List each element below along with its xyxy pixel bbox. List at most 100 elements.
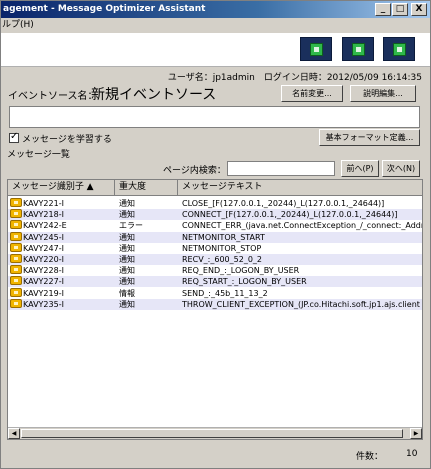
message-table: メッセージ識別子 ▲ 重大度 メッセージテキスト KAVY221-I 通知 CLOS… xyxy=(7,179,423,440)
table-row[interactable]: KAVY235-I 通知 THROW_CLIENT_EXCEPTION_(JP.co… xyxy=(8,298,422,310)
cell-text: CONNECT_[F(127.0.0.1,_20244)_L(127.0.0.1… xyxy=(182,210,398,220)
cell-text: CONNECT_ERR_(java.net.ConnectException_/… xyxy=(182,221,422,231)
edit-description-button[interactable]: 説明編集... xyxy=(350,85,416,102)
cell-text: CLOSE_[F(127.0.0.1,_20244)_L(127.0.0.1,_… xyxy=(182,199,385,208)
column-header-severity[interactable]: 重大度 xyxy=(115,180,178,196)
message-id: KAVY218-I xyxy=(23,210,64,220)
format-definition-button[interactable]: 基本フォーマット定義... xyxy=(319,129,420,146)
close-button[interactable]: X xyxy=(411,3,427,16)
scroll-right-icon[interactable]: ▶ xyxy=(410,428,422,439)
count-value: 10 xyxy=(406,449,418,459)
tool-button-2[interactable] xyxy=(342,37,374,61)
cell-severity: 通知 xyxy=(119,299,135,309)
message-id: KAVY227-I xyxy=(23,277,64,287)
user-strip: ユーザ名：jp1admin ログイン日時：2012/05/09 16:14:35 xyxy=(1,68,430,83)
message-id: KAVY221-I xyxy=(23,199,64,208)
cell-text: NETMONITOR_START xyxy=(182,232,265,242)
prev-button[interactable]: 前へ(P) xyxy=(341,160,379,177)
description-field[interactable] xyxy=(9,106,420,128)
table-row[interactable]: KAVY242-E エラー CONNECT_ERR_(java.net.Connec… xyxy=(8,220,422,231)
cell-text: REQ_START_:_LOGON_BY_USER xyxy=(182,277,307,287)
minimize-button[interactable]: _ xyxy=(375,3,391,16)
cell-severity: 情報 xyxy=(119,288,135,298)
learn-checkbox[interactable] xyxy=(9,131,19,143)
window-title: agement - Message Optimizer Assistant xyxy=(3,4,206,14)
cell-severity: 通知 xyxy=(119,255,135,264)
message-type-icon xyxy=(10,287,22,297)
main-window: agement - Message Optimizer Assistant _ … xyxy=(0,0,431,469)
cell-text: RECV_:_600_52_0_2 xyxy=(182,255,262,264)
cell-severity: 通知 xyxy=(119,266,135,276)
message-id: KAVY220-I xyxy=(23,255,64,264)
cell-text: THROW_CLIENT_EXCEPTION_(JP.co.Hitachi.so… xyxy=(182,299,420,309)
message-type-icon xyxy=(10,254,22,263)
scroll-left-icon[interactable]: ◀ xyxy=(8,428,20,439)
source-name: 新規イベントソース xyxy=(91,87,217,103)
cell-text: REQ_END_:_LOGON_BY_USER xyxy=(182,266,300,276)
cell-id: KAVY220-I xyxy=(10,254,114,265)
tool-icon-2 xyxy=(352,43,365,56)
message-type-icon xyxy=(10,242,22,252)
cell-severity: 通知 xyxy=(119,232,135,242)
footer: 件数： 10 xyxy=(1,445,430,465)
source-header: イベントソース名： 新規イベントソース 名前変更... 説明編集... xyxy=(1,83,430,103)
search-input[interactable] xyxy=(227,161,335,176)
message-type-icon xyxy=(10,209,22,219)
horizontal-scrollbar[interactable]: ◀ ▶ xyxy=(8,427,422,439)
table-row[interactable]: KAVY245-I 通知 NETMONITOR_START xyxy=(8,231,422,243)
cell-id: KAVY227-I xyxy=(10,276,114,287)
source-label: イベントソース名： xyxy=(8,91,98,102)
message-type-icon xyxy=(10,231,22,241)
column-header-id[interactable]: メッセージ識別子 ▲ xyxy=(8,180,115,196)
cell-id: KAVY247-I xyxy=(10,242,114,254)
message-id: KAVY242-E xyxy=(23,221,67,231)
message-id: KAVY219-I xyxy=(23,288,64,298)
message-type-icon xyxy=(10,265,22,275)
cell-id: KAVY219-I xyxy=(10,287,114,299)
count-label: 件数： xyxy=(356,452,384,462)
cell-id: KAVY228-I xyxy=(10,265,114,276)
scroll-thumb[interactable] xyxy=(21,429,403,438)
cell-text: NETMONITOR_STOP xyxy=(182,243,262,253)
cell-text: SEND_:_45b_11_13_2 xyxy=(182,288,268,298)
table-row[interactable]: KAVY221-I 通知 CLOSE_[F(127.0.0.1,_20244)_L(… xyxy=(8,198,422,209)
tool-button-1[interactable] xyxy=(300,37,332,61)
cell-severity: 通知 xyxy=(119,243,135,253)
cell-severity: 通知 xyxy=(119,210,135,220)
table-row[interactable]: KAVY220-I 通知 RECV_:_600_52_0_2 xyxy=(8,254,422,265)
cell-id: KAVY245-I xyxy=(10,231,114,243)
rename-button[interactable]: 名前変更... xyxy=(281,85,343,102)
menu-bar: ルプ(H) xyxy=(1,18,430,33)
learn-checkbox-row[interactable]: メッセージを学習する xyxy=(9,131,112,145)
menu-help[interactable]: ルプ(H) xyxy=(2,20,34,30)
message-id: KAVY247-I xyxy=(23,243,64,253)
toolbar xyxy=(1,33,430,67)
cell-id: KAVY235-I xyxy=(10,298,114,310)
table-row[interactable]: KAVY218-I 通知 CONNECT_[F(127.0.0.1,_20244)_… xyxy=(8,209,422,221)
column-header-text[interactable]: メッセージテキスト xyxy=(178,180,422,196)
table-row[interactable]: KAVY247-I 通知 NETMONITOR_STOP xyxy=(8,242,422,254)
message-type-icon xyxy=(10,198,22,207)
cell-id: KAVY218-I xyxy=(10,209,114,220)
tool-icon-1 xyxy=(310,43,323,56)
message-id: KAVY228-I xyxy=(23,266,64,276)
message-type-icon xyxy=(10,298,22,308)
table-row[interactable]: KAVY227-I 通知 REQ_START_:_LOGON_BY_USER xyxy=(8,276,422,288)
table-row[interactable]: KAVY228-I 通知 REQ_END_:_LOGON_BY_USER xyxy=(8,265,422,276)
next-button[interactable]: 次へ(N) xyxy=(382,160,420,177)
cell-id: KAVY242-E xyxy=(10,220,114,231)
tool-icon-3 xyxy=(393,43,406,56)
message-type-icon xyxy=(10,276,22,286)
message-id: KAVY235-I xyxy=(23,299,64,309)
message-type-icon xyxy=(10,220,22,230)
cell-severity: エラー xyxy=(119,221,143,231)
title-bar[interactable]: agement - Message Optimizer Assistant _ … xyxy=(1,1,430,18)
table-row[interactable]: KAVY219-I 情報 SEND_:_45b_11_13_2 xyxy=(8,287,422,299)
tool-button-3[interactable] xyxy=(383,37,415,61)
search-label: ページ内検索： xyxy=(163,166,226,176)
maximize-button[interactable]: □ xyxy=(392,3,408,16)
user-info: ユーザ名：jp1admin ログイン日時：2012/05/09 16:14:35 xyxy=(167,73,422,83)
message-id: KAVY245-I xyxy=(23,232,64,242)
cell-id: KAVY221-I xyxy=(10,198,114,209)
learn-label: メッセージを学習する xyxy=(22,135,112,145)
